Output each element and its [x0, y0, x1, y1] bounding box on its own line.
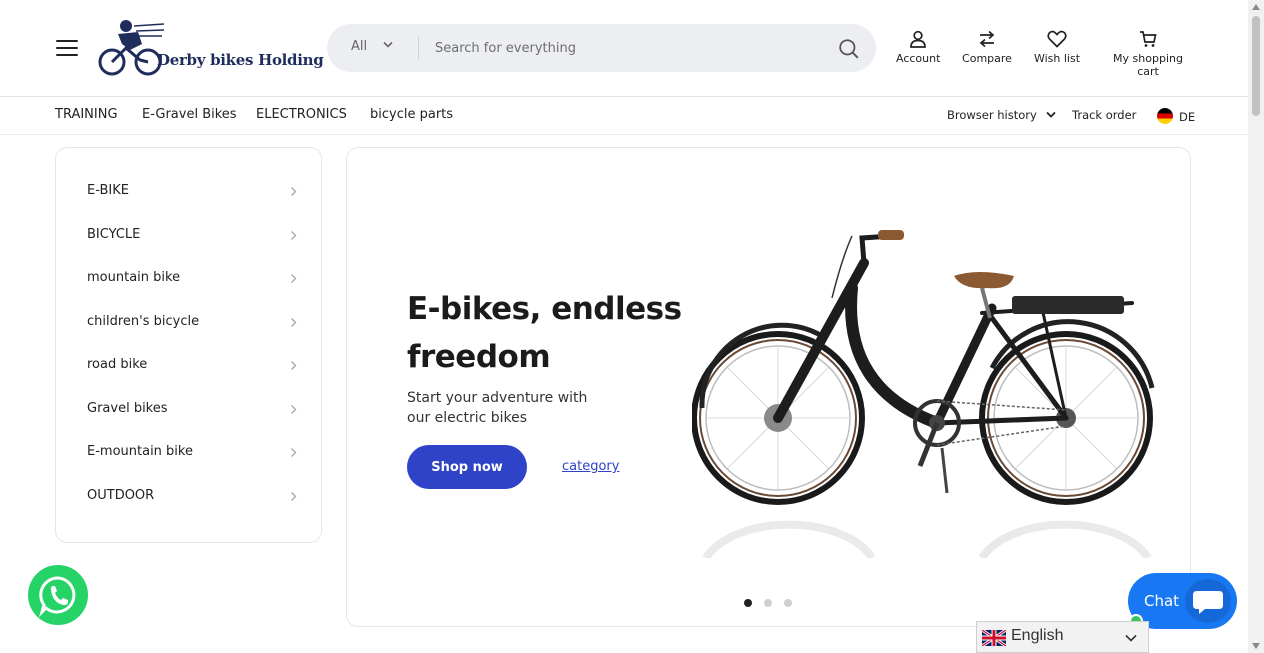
- chevron-down-icon: [1125, 634, 1137, 642]
- hero-title: E-bikes, endless freedom: [407, 291, 682, 375]
- category-sidebar: E-BIKE BICYCLE mountain bike children's …: [55, 147, 322, 543]
- heart-icon: [1047, 30, 1067, 48]
- compare-arrows-icon: [979, 30, 995, 48]
- search-bar: All: [327, 24, 876, 72]
- browser-history-dropdown[interactable]: Browser history: [947, 108, 1057, 122]
- carousel-dot-1[interactable]: [744, 599, 752, 607]
- scroll-up-arrow-icon[interactable]: [1252, 4, 1260, 10]
- browser-history-label: Browser history: [947, 108, 1037, 122]
- nav-item-e-gravel-bikes[interactable]: E-Gravel Bikes: [142, 107, 237, 122]
- nav-item-bicycle-parts[interactable]: bicycle parts: [370, 107, 453, 122]
- sidebar-item-label: BICYCLE: [87, 227, 141, 242]
- carousel-dot-3[interactable]: [784, 599, 792, 607]
- uk-flag-icon: [982, 630, 1006, 646]
- account-label: Account: [896, 52, 941, 65]
- compare-label: Compare: [962, 52, 1012, 65]
- sidebar-item-label: OUTDOOR: [87, 488, 155, 503]
- page-scrollbar[interactable]: [1248, 0, 1264, 653]
- whatsapp-button[interactable]: [28, 565, 88, 625]
- logo[interactable]: Derby bikes Holding: [96, 18, 324, 78]
- chevron-right-icon: [291, 274, 297, 283]
- language-select-label: English: [1011, 627, 1064, 644]
- sidebar-item-e-mountain-bike[interactable]: E-mountain bike: [87, 441, 297, 465]
- category-link[interactable]: category: [562, 459, 619, 474]
- sidebar-item-gravel-bikes[interactable]: Gravel bikes: [87, 398, 297, 422]
- sidebar-item-label: E-mountain bike: [87, 444, 193, 459]
- wishlist-button[interactable]: Wish list: [1033, 30, 1081, 65]
- search-category-select[interactable]: All: [351, 39, 367, 54]
- nav-item-electronics[interactable]: ELECTRONICS: [256, 107, 347, 122]
- site-header: Derby bikes Holding All Account Compare …: [0, 0, 1248, 97]
- language-switcher[interactable]: DE: [1157, 108, 1195, 124]
- hero-subtitle: Start your adventure with our electric b…: [407, 390, 588, 426]
- hero-banner: E-bikes, endless freedom Start your adve…: [346, 147, 1191, 627]
- cart-icon: [1140, 31, 1157, 47]
- sidebar-item-mountain-bike[interactable]: mountain bike: [87, 267, 297, 291]
- compare-button[interactable]: Compare: [960, 30, 1014, 65]
- sidebar-item-road-bike[interactable]: road bike: [87, 354, 297, 378]
- german-flag-icon: [1157, 108, 1173, 124]
- nav-item-training[interactable]: TRAINING: [55, 107, 118, 122]
- sidebar-item-e-bike[interactable]: E-BIKE: [87, 180, 297, 204]
- sidebar-item-label: mountain bike: [87, 270, 181, 285]
- cart-label: My shopping cart: [1113, 52, 1183, 78]
- whatsapp-icon: [38, 576, 76, 618]
- sidebar-item-childrens-bicycle[interactable]: children's bicycle: [87, 311, 297, 335]
- search-icon[interactable]: [838, 38, 860, 60]
- scrollbar-thumb[interactable]: [1252, 16, 1260, 116]
- chevron-right-icon: [291, 448, 297, 457]
- shop-now-button[interactable]: Shop now: [407, 445, 527, 489]
- sidebar-item-outdoor[interactable]: OUTDOOR: [87, 485, 297, 509]
- chat-bubble-icon: [1185, 579, 1231, 623]
- chevron-right-icon: [291, 405, 297, 414]
- track-order-link[interactable]: Track order: [1072, 108, 1136, 122]
- sidebar-item-label: road bike: [87, 357, 148, 372]
- user-icon: [910, 30, 926, 48]
- chevron-down-icon: [1046, 111, 1057, 118]
- scroll-down-arrow-icon[interactable]: [1252, 643, 1260, 649]
- wishlist-label: Wish list: [1033, 52, 1081, 65]
- search-input[interactable]: [435, 32, 815, 64]
- chat-label: Chat: [1144, 592, 1180, 610]
- cyclist-logo-icon: [98, 20, 165, 76]
- chevron-right-icon: [291, 492, 297, 501]
- sidebar-item-label: Gravel bikes: [87, 401, 168, 416]
- chevron-right-icon: [291, 187, 297, 196]
- chevron-down-icon[interactable]: [383, 41, 393, 49]
- menu-icon[interactable]: [56, 40, 78, 56]
- chevron-right-icon: [291, 361, 297, 370]
- sidebar-item-label: children's bicycle: [87, 314, 200, 329]
- sidebar-item-label: E-BIKE: [87, 183, 129, 198]
- language-code: DE: [1179, 110, 1196, 124]
- logo-text: Derby bikes Holding: [157, 51, 324, 69]
- cart-button[interactable]: My shopping cart: [1101, 30, 1195, 78]
- chevron-right-icon: [291, 318, 297, 327]
- language-select[interactable]: English: [976, 621, 1149, 653]
- main-nav: TRAINING E-Gravel Bikes ELECTRONICS bicy…: [0, 97, 1248, 135]
- chevron-right-icon: [291, 231, 297, 240]
- sidebar-item-bicycle[interactable]: BICYCLE: [87, 224, 297, 248]
- e-bike-image: [692, 230, 1155, 558]
- carousel-dot-2[interactable]: [764, 599, 772, 607]
- account-button[interactable]: Account: [896, 30, 940, 65]
- search-divider: [418, 36, 419, 60]
